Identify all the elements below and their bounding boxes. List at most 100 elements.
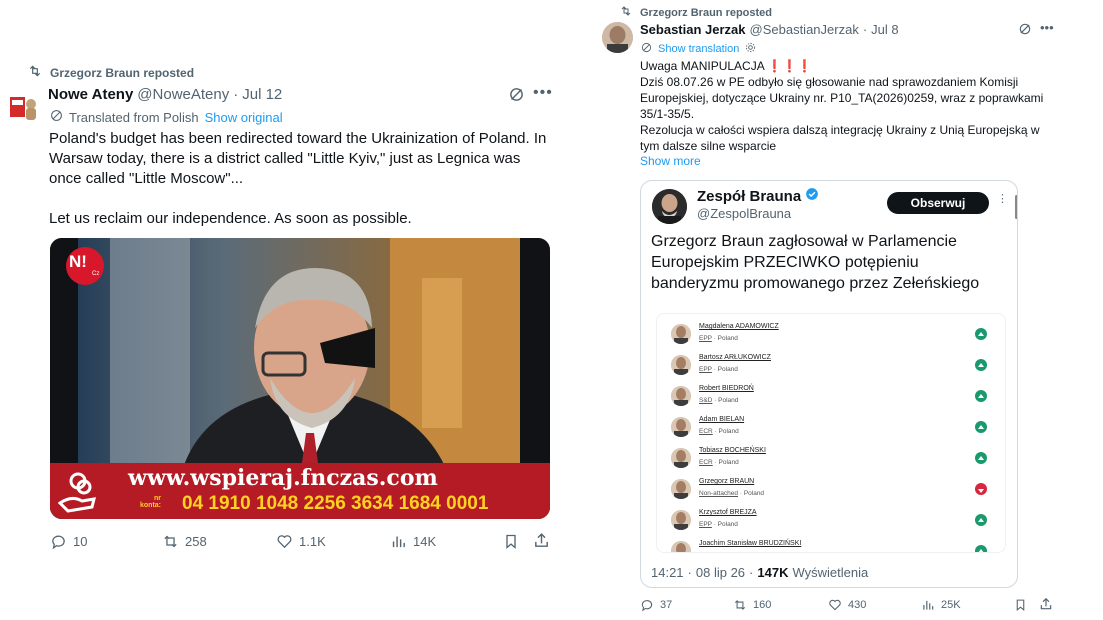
channel-logo-sub: Cz xyxy=(92,271,100,277)
repost-button[interactable]: 160 xyxy=(733,598,771,612)
analytics-icon xyxy=(923,600,934,610)
tweet-paragraph: Rezolucja w całości wspiera dalszą integ… xyxy=(640,123,1040,153)
vote-for-icon xyxy=(975,359,987,371)
show-translation-link[interactable]: Show translation xyxy=(658,43,739,55)
mep-name[interactable]: Grzegorz BRAUN xyxy=(699,478,754,485)
display-name[interactable]: Zespół Brauna xyxy=(697,188,801,205)
mep-name[interactable]: Adam BIELAN xyxy=(699,416,744,423)
show-more-link[interactable]: Show more xyxy=(640,154,701,168)
repost-indicator: Grzegorz Braun reposted xyxy=(620,6,772,19)
scrollbar[interactable] xyxy=(1015,195,1017,219)
views-button[interactable]: 14K xyxy=(390,533,436,550)
quoted-views-count: 147K xyxy=(757,565,789,580)
vote-for-icon xyxy=(975,390,987,402)
settings-icon[interactable] xyxy=(745,42,756,56)
mep-group-name[interactable]: EPP xyxy=(699,366,712,373)
more-vertical-icon[interactable]: ⋮ xyxy=(997,192,1008,205)
mep-name[interactable]: Magdalena ADAMOWICZ xyxy=(699,323,779,330)
vote-list: Magdalena ADAMOWICZ EPP · Poland Bartosz A… xyxy=(656,313,1006,553)
more-icon[interactable]: ••• xyxy=(1040,20,1054,35)
mep-group-name[interactable]: S&D xyxy=(699,397,712,404)
view-count: 14K xyxy=(413,534,437,549)
vote-row: Robert BIEDROŃ S&D · Poland xyxy=(657,382,1005,413)
avatar[interactable] xyxy=(6,90,40,124)
repost-label: Grzegorz Braun reposted xyxy=(50,65,195,80)
vote-row: Krzysztof BREJZA EPP · Poland xyxy=(657,506,1005,537)
grok-icon[interactable] xyxy=(1018,22,1032,41)
tweet-date[interactable]: Jul 8 xyxy=(871,22,898,37)
translate-icon xyxy=(50,109,63,125)
verified-icon xyxy=(805,187,819,205)
follow-button[interactable]: Obserwuj xyxy=(887,192,989,214)
vote-row: Magdalena ADAMOWICZ EPP · Poland xyxy=(657,320,1005,351)
reply-button[interactable]: 37 xyxy=(640,598,672,612)
quoted-date[interactable]: 08 lip 26 xyxy=(696,565,745,580)
mep-group-name[interactable]: EPP xyxy=(699,521,712,528)
display-name[interactable]: Sebastian Jerzak xyxy=(640,22,746,37)
mep-name[interactable]: Krzysztof BREJZA xyxy=(699,509,757,516)
bookmark-icon[interactable] xyxy=(503,533,519,555)
mep-country: Poland xyxy=(717,366,738,373)
mep-group-name[interactable]: ECR xyxy=(699,428,713,435)
analytics-icon xyxy=(392,536,405,548)
bookmark-icon[interactable] xyxy=(1014,598,1027,617)
banner-url: www.wspieraj.fnczas.com xyxy=(128,465,438,491)
vote-row: Joachim Stanisław BRUDZIŃSKI ECR · Poland xyxy=(657,537,1005,553)
separator-dot: · xyxy=(862,22,868,37)
mep-photo xyxy=(671,417,691,437)
mep-group-name[interactable]: ECR xyxy=(699,552,713,553)
like-button[interactable]: 1.1K xyxy=(276,533,326,550)
avatar[interactable] xyxy=(602,22,633,53)
reply-button[interactable]: 10 xyxy=(50,533,87,550)
tweet-text: Uwaga MANIPULACJA ❗❗❗ Dziś 08.07.26 w PE… xyxy=(640,58,1060,154)
show-original-link[interactable]: Show original xyxy=(205,110,283,125)
like-count: 1.1K xyxy=(299,534,326,549)
vote-for-icon xyxy=(975,421,987,433)
mep-group-name[interactable]: EPP xyxy=(699,335,712,342)
tweet-paragraph: Dziś 08.07.26 w PE odbyło się głosowanie… xyxy=(640,75,1044,121)
share-icon[interactable] xyxy=(1039,597,1053,616)
mep-country: Poland xyxy=(718,459,739,466)
quoted-time[interactable]: 14:21 xyxy=(651,565,684,580)
repost-button[interactable]: 258 xyxy=(162,533,207,550)
handle[interactable]: @NoweAteny xyxy=(137,86,229,103)
view-count: 25K xyxy=(941,599,961,611)
vote-row: Grzegorz BRAUN Non-attached · Poland xyxy=(657,475,1005,506)
mep-name[interactable]: Bartosz ARŁUKOWICZ xyxy=(699,354,771,361)
channel-logo: N! xyxy=(69,252,87,271)
mep-photo xyxy=(671,479,691,499)
repost-label: Grzegorz Braun reposted xyxy=(640,6,773,19)
mep-group: ECR · Poland xyxy=(699,552,739,553)
quoted-author: Zespół Brauna xyxy=(697,187,819,205)
separator-dot: · xyxy=(233,86,239,103)
mep-group-name[interactable]: ECR xyxy=(699,459,713,466)
account-label: nr konta: xyxy=(140,495,161,509)
reply-count: 10 xyxy=(73,534,88,549)
mep-country: Poland xyxy=(719,552,739,553)
account-number: 04 1910 1048 2256 3634 1684 0001 xyxy=(182,493,489,514)
vote-for-icon xyxy=(975,514,987,526)
tweet-header: Nowe Ateny @NoweAteny · Jul 12 xyxy=(48,86,282,103)
mep-group-name[interactable]: Non-attached xyxy=(699,490,738,497)
quoted-tweet[interactable]: Zespół Brauna @ZespolBrauna Obserwuj ⋮ G… xyxy=(640,180,1018,588)
mep-name[interactable]: Tobiasz BOCHEŃSKI xyxy=(699,447,766,454)
donation-banner: www.wspieraj.fnczas.com nr konta: 04 1910… xyxy=(50,463,550,519)
display-name[interactable]: Nowe Ateny xyxy=(48,86,133,103)
mep-group: EPP · Poland xyxy=(699,335,738,342)
like-button[interactable]: 430 xyxy=(828,598,866,612)
video-thumbnail[interactable]: N! Cz www.wspieraj.fnczas.com nr konta: 0… xyxy=(50,238,550,519)
more-icon[interactable]: ••• xyxy=(533,84,553,102)
handle[interactable]: @SebastianJerzak xyxy=(750,22,859,37)
avatar[interactable] xyxy=(652,189,687,224)
quoted-text: Grzegorz Braun zagłosował w Parlamencie … xyxy=(651,233,980,292)
reply-icon xyxy=(52,535,65,550)
mep-group: ECR · Poland xyxy=(699,459,739,466)
mep-name[interactable]: Joachim Stanisław BRUDZIŃSKI xyxy=(699,540,801,547)
share-icon[interactable] xyxy=(533,532,550,554)
tweet-date[interactable]: Jul 12 xyxy=(242,86,282,103)
mep-name[interactable]: Robert BIEDROŃ xyxy=(699,385,754,392)
handle[interactable]: @ZespolBrauna xyxy=(697,206,791,221)
views-button[interactable]: 25K xyxy=(921,598,961,612)
grok-icon[interactable] xyxy=(508,86,525,108)
separator-dot: · xyxy=(749,565,754,580)
